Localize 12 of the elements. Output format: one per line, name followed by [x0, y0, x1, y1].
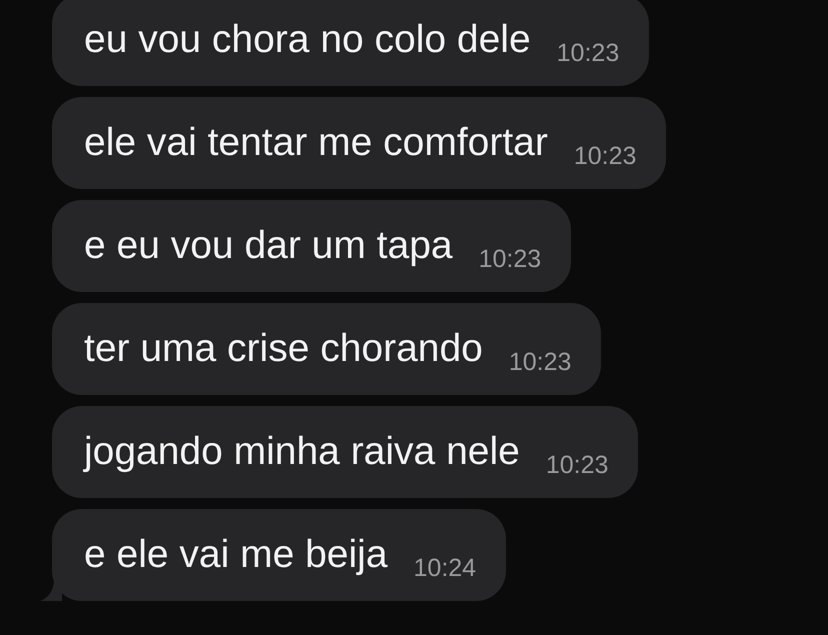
message-text: e eu vou dar um tapa [84, 224, 453, 268]
message-time: 10:23 [478, 244, 542, 274]
message-time: 10:23 [546, 450, 608, 480]
message-text: ter uma crise chorando [84, 327, 483, 371]
message-text: e ele vai me beija [84, 533, 388, 577]
message-time: 10:23 [508, 348, 572, 376]
message-time: 10:23 [574, 142, 636, 170]
message-text: eu vou chora no colo dele [84, 18, 531, 62]
message-text: ele vai tentar me comfortar [84, 121, 548, 165]
message-time: 10:24 [414, 554, 476, 582]
message-text: jogando minha raiva nele [84, 430, 520, 474]
message-time: 10:23 [556, 38, 620, 68]
